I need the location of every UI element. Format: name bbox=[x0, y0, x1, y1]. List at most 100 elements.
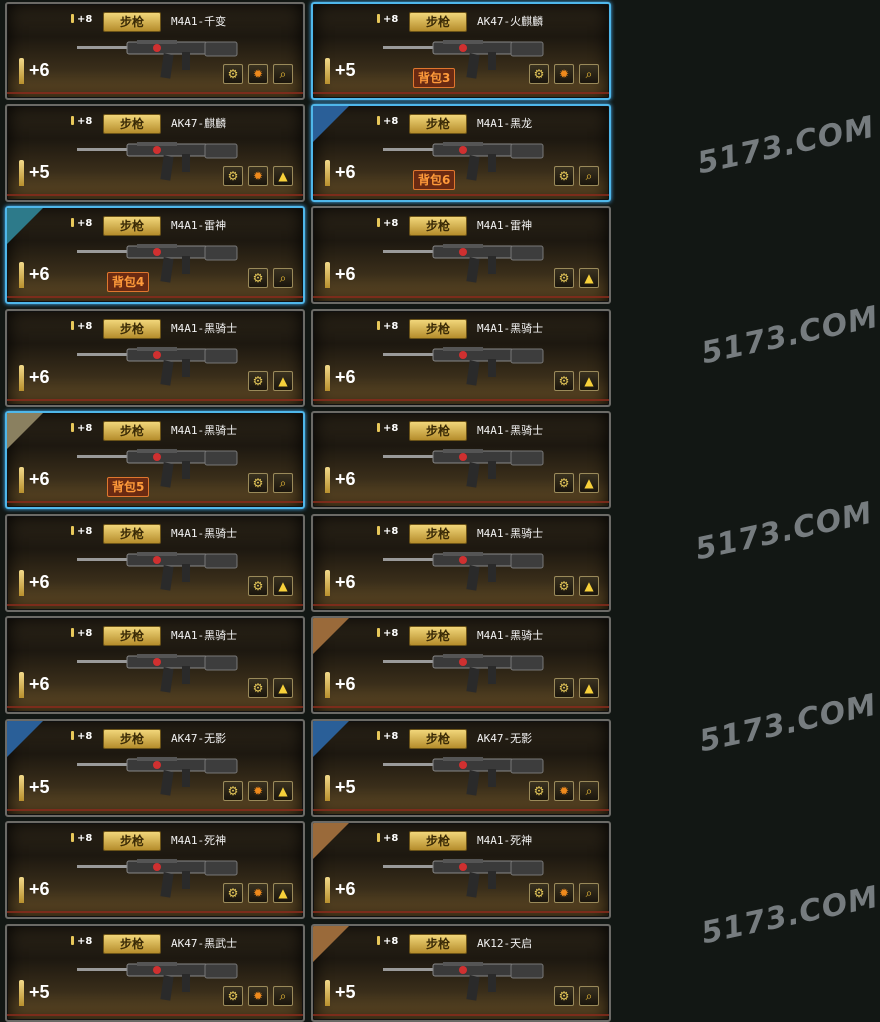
level-badge: +8 bbox=[71, 833, 92, 844]
upgrade-button[interactable]: ▲ bbox=[273, 781, 293, 801]
category-label: 步枪 bbox=[103, 319, 161, 339]
wrench-button[interactable]: ⚙ bbox=[223, 883, 243, 903]
gear-button[interactable]: ✹ bbox=[554, 781, 574, 801]
category-label: 步枪 bbox=[103, 12, 161, 32]
upgrade-button[interactable]: ▲ bbox=[579, 678, 599, 698]
magnify-button[interactable]: ⌕ bbox=[579, 883, 599, 903]
weapon-card[interactable]: +8 步枪 AK47-无影 +5 ⚙ ✹ ⌕ bbox=[311, 719, 611, 817]
weapon-card[interactable]: +8 步枪 M4A1-黑骑士 +6 ⚙ ▲ bbox=[311, 411, 611, 509]
gear-button[interactable]: ✹ bbox=[248, 781, 268, 801]
wrench-button[interactable]: ⚙ bbox=[554, 678, 574, 698]
bullet-icon bbox=[377, 526, 380, 535]
enhance-level: +6 bbox=[335, 674, 356, 694]
gear-button[interactable]: ✹ bbox=[554, 64, 574, 84]
wrench-button[interactable]: ⚙ bbox=[554, 268, 574, 288]
weapon-card[interactable]: +8 步枪 M4A1-死神 +6 ⚙ ✹ ⌕ bbox=[311, 821, 611, 919]
upgrade-button[interactable]: ▲ bbox=[273, 371, 293, 391]
wrench-icon: ⚙ bbox=[533, 784, 545, 798]
wrench-button[interactable]: ⚙ bbox=[554, 576, 574, 596]
wrench-icon: ⚙ bbox=[558, 476, 570, 490]
upgrade-button[interactable]: ▲ bbox=[579, 371, 599, 391]
wrench-button[interactable]: ⚙ bbox=[554, 166, 574, 186]
wrench-button[interactable]: ⚙ bbox=[248, 576, 268, 596]
wrench-button[interactable]: ⚙ bbox=[223, 781, 243, 801]
upgrade-button[interactable]: ▲ bbox=[273, 576, 293, 596]
upgrade-button[interactable]: ▲ bbox=[273, 678, 293, 698]
wrench-button[interactable]: ⚙ bbox=[529, 883, 549, 903]
wrench-icon: ⚙ bbox=[227, 67, 239, 81]
wrench-button[interactable]: ⚙ bbox=[248, 268, 268, 288]
weapon-card[interactable]: +8 步枪 AK47-火麒麟 +5 背包3 ⚙ ✹ ⌕ bbox=[311, 2, 611, 100]
wrench-button[interactable]: ⚙ bbox=[223, 986, 243, 1006]
wrench-button[interactable]: ⚙ bbox=[248, 473, 268, 493]
wrench-button[interactable]: ⚙ bbox=[223, 166, 243, 186]
wrench-button[interactable]: ⚙ bbox=[248, 371, 268, 391]
weapon-name: M4A1-千变 bbox=[171, 15, 227, 28]
level-text: +8 bbox=[383, 833, 399, 844]
gear-button[interactable]: ✹ bbox=[248, 166, 268, 186]
card-actions: ⚙ ⌕ bbox=[554, 166, 599, 186]
upgrade-button[interactable]: ▲ bbox=[273, 166, 293, 186]
magnify-button[interactable]: ⌕ bbox=[579, 781, 599, 801]
gear-button[interactable]: ✹ bbox=[248, 986, 268, 1006]
enhance-level: +6 bbox=[335, 264, 356, 284]
weapon-card[interactable]: +8 步枪 M4A1-雷神 +6 背包4 ⚙ ⌕ bbox=[5, 206, 305, 304]
level-text: +8 bbox=[383, 14, 399, 25]
weapon-card[interactable]: +8 步枪 M4A1-黑龙 +6 背包6 ⚙ ⌕ bbox=[311, 104, 611, 202]
upgrade-arrow-icon: ▲ bbox=[278, 886, 288, 900]
weapon-card[interactable]: +8 步枪 AK47-无影 +5 ⚙ ✹ ▲ bbox=[5, 719, 305, 817]
magnify-button[interactable]: ⌕ bbox=[579, 986, 599, 1006]
wrench-button[interactable]: ⚙ bbox=[223, 64, 243, 84]
enhance-level: +6 bbox=[29, 879, 50, 899]
bullet-icon bbox=[377, 116, 380, 125]
wrench-button[interactable]: ⚙ bbox=[554, 473, 574, 493]
card-actions: ⚙ ✹ ▲ bbox=[223, 781, 293, 801]
magnify-button[interactable]: ⌕ bbox=[273, 473, 293, 493]
gear-button[interactable]: ✹ bbox=[554, 883, 574, 903]
upgrade-arrow-icon: ▲ bbox=[278, 374, 288, 388]
weapon-card[interactable]: +8 步枪 M4A1-雷神 +6 ⚙ ▲ bbox=[311, 206, 611, 304]
magnify-button[interactable]: ⌕ bbox=[273, 64, 293, 84]
wrench-button[interactable]: ⚙ bbox=[554, 371, 574, 391]
wrench-icon: ⚙ bbox=[558, 681, 570, 695]
category-label: 步枪 bbox=[409, 421, 467, 441]
weapon-card[interactable]: +8 步枪 AK47-麒麟 +5 ⚙ ✹ ▲ bbox=[5, 104, 305, 202]
magnify-button[interactable]: ⌕ bbox=[273, 268, 293, 288]
weapon-card[interactable]: +8 步枪 M4A1-黑骑士 +6 ⚙ ▲ bbox=[311, 616, 611, 714]
card-actions: ⚙ ▲ bbox=[554, 268, 599, 288]
upgrade-button[interactable]: ▲ bbox=[579, 576, 599, 596]
weapon-card[interactable]: +8 步枪 AK47-黑武士 +5 ⚙ ✹ ⌕ bbox=[5, 924, 305, 1022]
wrench-button[interactable]: ⚙ bbox=[248, 678, 268, 698]
wrench-icon: ⚙ bbox=[227, 169, 239, 183]
rarity-corner bbox=[313, 721, 349, 757]
upgrade-button[interactable]: ▲ bbox=[579, 268, 599, 288]
magnify-button[interactable]: ⌕ bbox=[579, 64, 599, 84]
weapon-card[interactable]: +8 步枪 M4A1-黑骑士 +6 ⚙ ▲ bbox=[5, 514, 305, 612]
ammo-icon bbox=[19, 672, 24, 698]
weapon-card[interactable]: +8 步枪 M4A1-黑骑士 +6 ⚙ ▲ bbox=[5, 616, 305, 714]
weapon-card[interactable]: +8 步枪 M4A1-黑骑士 +6 背包5 ⚙ ⌕ bbox=[5, 411, 305, 509]
weapon-card[interactable]: +8 步枪 M4A1-黑骑士 +6 ⚙ ▲ bbox=[311, 514, 611, 612]
wrench-button[interactable]: ⚙ bbox=[529, 64, 549, 84]
upgrade-button[interactable]: ▲ bbox=[273, 883, 293, 903]
gear-button[interactable]: ✹ bbox=[248, 883, 268, 903]
weapon-name: M4A1-黑骑士 bbox=[171, 527, 238, 540]
weapon-card[interactable]: +8 步枪 AK12-天启 +5 ⚙ ⌕ bbox=[311, 924, 611, 1022]
magnify-button[interactable]: ⌕ bbox=[579, 166, 599, 186]
level-badge: +8 bbox=[377, 833, 398, 844]
gear-button[interactable]: ✹ bbox=[248, 64, 268, 84]
weapon-card[interactable]: +8 步枪 M4A1-黑骑士 +6 ⚙ ▲ bbox=[311, 309, 611, 407]
enhance-level: +6 bbox=[29, 367, 50, 387]
wrench-icon: ⚙ bbox=[558, 579, 570, 593]
magnify-button[interactable]: ⌕ bbox=[273, 986, 293, 1006]
weapon-card[interactable]: +8 步枪 M4A1-黑骑士 +6 ⚙ ▲ bbox=[5, 309, 305, 407]
watermark: 5173.COM bbox=[698, 299, 880, 372]
card-actions: ⚙ ✹ ⌕ bbox=[223, 64, 293, 84]
category-label: 步枪 bbox=[409, 524, 467, 544]
wrench-button[interactable]: ⚙ bbox=[554, 986, 574, 1006]
weapon-card[interactable]: +8 步枪 M4A1-千变 +6 ⚙ ✹ ⌕ bbox=[5, 2, 305, 100]
upgrade-button[interactable]: ▲ bbox=[579, 473, 599, 493]
weapon-card[interactable]: +8 步枪 M4A1-死神 +6 ⚙ ✹ ▲ bbox=[5, 821, 305, 919]
wrench-button[interactable]: ⚙ bbox=[529, 781, 549, 801]
category-label: 步枪 bbox=[103, 626, 161, 646]
